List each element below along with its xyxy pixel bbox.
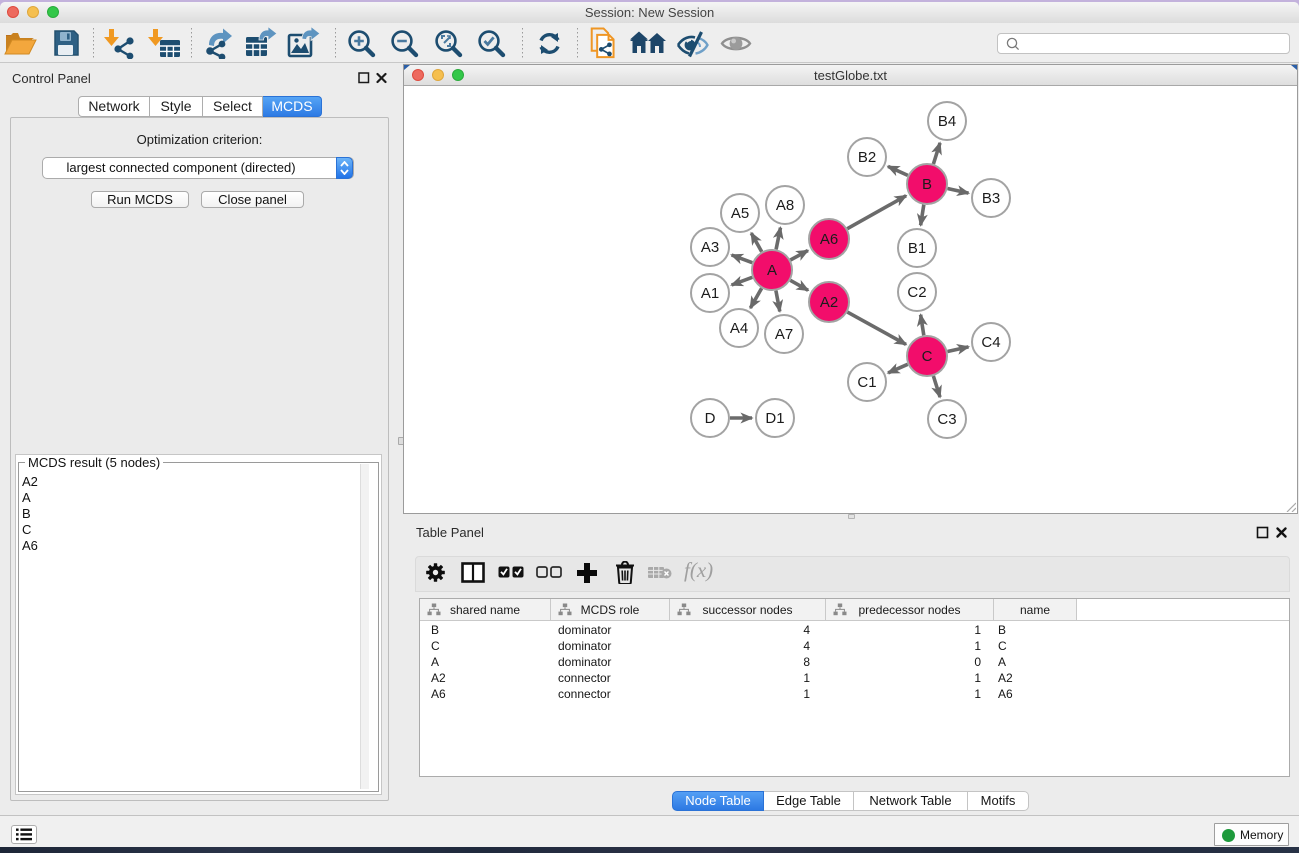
svg-text:B2: B2 bbox=[858, 149, 876, 166]
svg-text:A7: A7 bbox=[775, 326, 793, 343]
svg-text:B4: B4 bbox=[938, 113, 956, 130]
svg-text:C2: C2 bbox=[907, 284, 926, 301]
svg-text:B: B bbox=[922, 176, 932, 193]
svg-text:C: C bbox=[922, 348, 933, 365]
svg-text:C4: C4 bbox=[981, 334, 1000, 351]
svg-text:B3: B3 bbox=[982, 190, 1000, 207]
svg-text:A1: A1 bbox=[701, 285, 719, 302]
svg-text:D1: D1 bbox=[765, 410, 784, 427]
svg-text:A6: A6 bbox=[820, 231, 838, 248]
svg-text:A5: A5 bbox=[731, 205, 749, 222]
svg-text:C1: C1 bbox=[857, 374, 876, 391]
svg-text:A: A bbox=[767, 262, 777, 279]
svg-text:A3: A3 bbox=[701, 239, 719, 256]
svg-text:A4: A4 bbox=[730, 320, 748, 337]
svg-text:B1: B1 bbox=[908, 240, 926, 257]
svg-text:C3: C3 bbox=[937, 411, 956, 428]
svg-text:D: D bbox=[705, 410, 716, 427]
svg-text:A2: A2 bbox=[820, 294, 838, 311]
svg-text:A8: A8 bbox=[776, 197, 794, 214]
